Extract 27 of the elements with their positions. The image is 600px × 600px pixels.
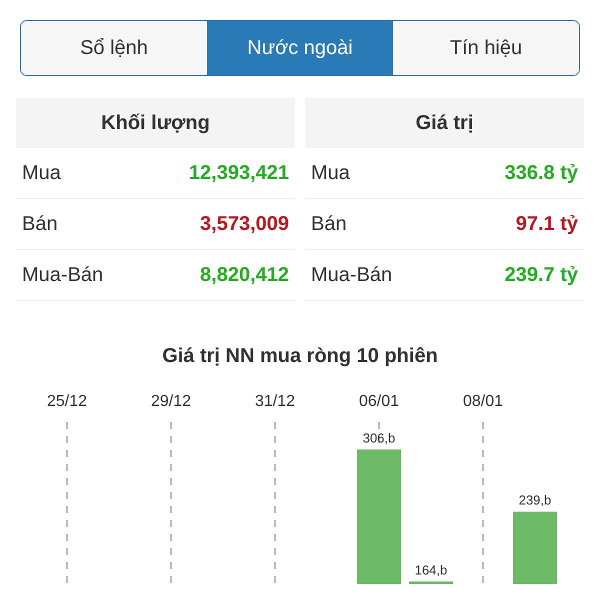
tab[interactable]: Tín hiệu [393, 21, 579, 75]
chart-bar [409, 581, 453, 584]
column-header: Khối lượng [16, 98, 295, 148]
row-value: 336.8 tỷ [504, 162, 578, 184]
row-value: 239.7 tỷ [504, 264, 578, 286]
row-value: 8,820,412 [200, 264, 289, 286]
tab[interactable]: Sổ lệnh [21, 21, 207, 75]
row-value: 3,573,009 [200, 212, 289, 236]
value-label: 164,b [414, 562, 448, 578]
date-label: 06/01 [358, 393, 400, 410]
date-label: 25/12 [46, 393, 88, 410]
row-label: Bán [311, 212, 347, 236]
date-label: 08/01 [462, 393, 504, 410]
chart-title: Giá trị NN mua ròng 10 phiên [161, 345, 439, 368]
date-label: 31/12 [254, 393, 296, 410]
row-label: Bán [22, 212, 58, 236]
row-value: 97.1 tỷ [516, 212, 578, 236]
value-label: 239,b [518, 492, 552, 508]
date-label: 29/12 [150, 393, 192, 410]
row-label: Mua-Bán [311, 264, 392, 286]
column-header: Giá trị [305, 98, 584, 148]
row-label: Mua [311, 162, 350, 184]
value-label: 306,b [362, 430, 396, 446]
row-label: Mua [22, 162, 61, 184]
row-label: Mua-Bán [22, 264, 104, 286]
tab[interactable]: Nước ngoài [207, 21, 393, 75]
row-value: 12,393,421 [188, 162, 289, 184]
